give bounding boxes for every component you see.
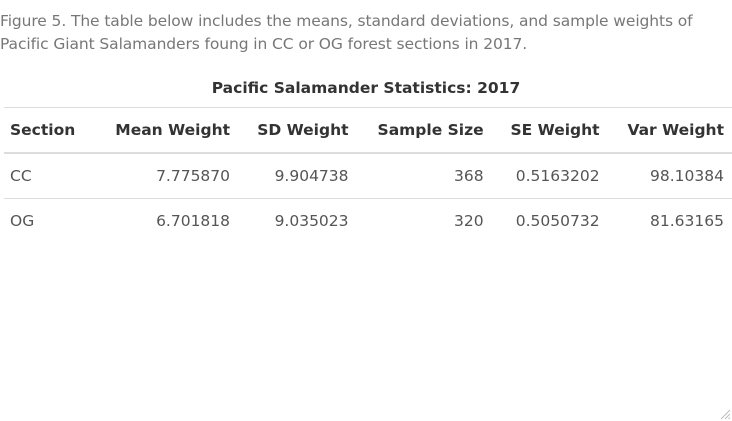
column-header-se-weight: SE Weight bbox=[491, 107, 608, 154]
table-row: OG 6.701818 9.035023 320 0.5050732 81.63… bbox=[4, 199, 732, 244]
cell-sd-weight: 9.035023 bbox=[274, 212, 349, 230]
column-header-section: Section bbox=[4, 107, 94, 154]
statistics-table: Section Mean Weight SD Weight Sample Siz… bbox=[4, 107, 732, 243]
column-header-sd-weight: SD Weight bbox=[238, 107, 357, 154]
table-body: CC 7.775870 9.904738 368 0.5163202 98.10… bbox=[4, 153, 732, 243]
cell-section: OG bbox=[10, 212, 35, 230]
header-row: Section Mean Weight SD Weight Sample Siz… bbox=[4, 107, 732, 154]
table-title: Pacific Salamander Statistics: 2017 bbox=[211, 79, 521, 97]
cell-sample-size: 368 bbox=[356, 153, 492, 199]
cell-mean-weight: 6.701818 bbox=[156, 212, 231, 230]
cell-sample-size: 320 bbox=[454, 212, 484, 230]
column-header-var-weight: Var Weight bbox=[607, 107, 732, 154]
cell-mean-weight: 7.775870 bbox=[93, 153, 239, 199]
cell-se-weight: 0.5163202 bbox=[491, 153, 608, 199]
table-row: CC 7.775870 9.904738 368 0.5163202 98.10… bbox=[4, 153, 732, 199]
cell-var-weight: 98.10384 bbox=[607, 153, 732, 199]
table-header: Section Mean Weight SD Weight Sample Siz… bbox=[4, 107, 732, 154]
column-header-sample-size: Sample Size bbox=[356, 107, 492, 154]
resize-grip-icon[interactable] bbox=[719, 408, 731, 420]
cell-se-weight: 0.5050732 bbox=[515, 212, 600, 230]
column-header-mean-weight: Mean Weight bbox=[93, 107, 239, 154]
cell-sd-weight: 9.904738 bbox=[238, 153, 357, 199]
figure-caption: Figure 5. The table below includes the m… bbox=[0, 12, 693, 53]
cell-var-weight: 81.63165 bbox=[650, 212, 724, 230]
cell-section: CC bbox=[4, 153, 94, 199]
